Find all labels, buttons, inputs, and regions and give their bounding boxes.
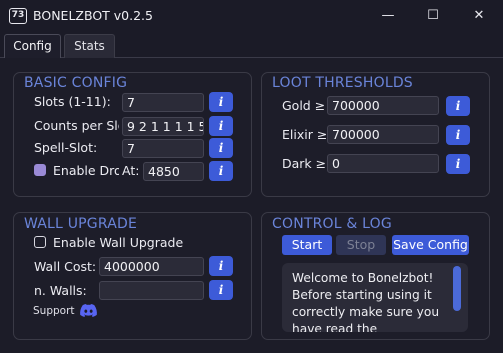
start-button[interactable]: Start (282, 235, 332, 255)
tab-config[interactable]: Config (4, 34, 61, 58)
slots-input[interactable]: 7 (122, 93, 204, 112)
spell-slot-label: Spell-Slot: (34, 140, 98, 155)
info-icon: i (218, 283, 224, 297)
walls-count-label: n. Walls: (34, 283, 87, 298)
at-label: At: (122, 163, 140, 178)
loot-thresholds-title: LOOT THRESHOLDS (272, 75, 413, 91)
enable-wall-upgrade-label: Enable Wall Upgrade (53, 235, 184, 250)
save-config-button[interactable]: Save Config (392, 235, 469, 255)
maximize-button[interactable]: ☐ (410, 0, 456, 32)
minimize-button[interactable]: — (365, 0, 411, 32)
elixir-input[interactable]: 700000 (327, 125, 439, 144)
dark-label: Dark ≥ (282, 156, 327, 171)
slots-label: Slots (1-11): (34, 94, 111, 109)
dark-input[interactable]: 0 (327, 154, 439, 173)
stop-button[interactable]: Stop (336, 235, 386, 255)
drop-info-button[interactable]: i (209, 161, 233, 181)
gold-info-button[interactable]: i (446, 96, 470, 116)
info-icon: i (218, 141, 224, 155)
wall-cost-info-button[interactable]: i (209, 256, 233, 276)
counts-input[interactable]: 9 2 1 1 1 1 5 (122, 117, 204, 136)
info-icon: i (218, 119, 224, 133)
info-icon: i (218, 95, 224, 109)
gold-input[interactable]: 700000 (327, 96, 439, 115)
enable-drop-label: Enable Dro (53, 163, 119, 178)
spell-slot-info-button[interactable]: i (209, 138, 233, 158)
support-label: Support (33, 305, 75, 317)
info-icon: i (218, 259, 224, 273)
basic-config-title: BASIC CONFIG (24, 75, 128, 91)
counts-label: Counts per Slo (34, 118, 119, 133)
log-text: Welcome to Bonelzbot! Before starting us… (292, 271, 440, 332)
enable-drop-checkbox[interactable] (34, 164, 46, 176)
walls-count-info-button[interactable]: i (209, 280, 233, 300)
drop-at-input[interactable]: 4850 (143, 162, 204, 181)
dark-info-button[interactable]: i (446, 154, 470, 174)
info-icon: i (455, 157, 461, 171)
wall-cost-input[interactable]: 4000000 (99, 257, 204, 276)
slots-info-button[interactable]: i (209, 92, 233, 112)
tab-stats[interactable]: Stats (64, 34, 115, 58)
wall-upgrade-title: WALL UPGRADE (24, 216, 138, 232)
elixir-info-button[interactable]: i (446, 125, 470, 145)
control-log-title: CONTROL & LOG (272, 216, 392, 232)
gold-label: Gold ≥ (282, 98, 326, 113)
log-scrollbar[interactable] (453, 266, 461, 311)
info-icon: i (218, 164, 224, 178)
window-title: BONELZBOT v0.2.5 (33, 8, 153, 23)
counts-info-button[interactable]: i (209, 116, 233, 136)
walls-count-input[interactable] (99, 281, 204, 300)
close-button[interactable]: ✕ (456, 0, 502, 32)
info-icon: i (455, 128, 461, 142)
spell-slot-input[interactable]: 7 (122, 139, 204, 158)
app-logo-icon: 73 (9, 8, 27, 24)
wall-cost-label: Wall Cost: (34, 259, 97, 274)
elixir-label: Elixir ≥ (282, 127, 328, 142)
enable-wall-upgrade-checkbox[interactable] (34, 236, 46, 248)
discord-icon[interactable] (79, 304, 98, 317)
log-textbox[interactable]: Welcome to Bonelzbot! Before starting us… (282, 263, 468, 332)
info-icon: i (455, 99, 461, 113)
